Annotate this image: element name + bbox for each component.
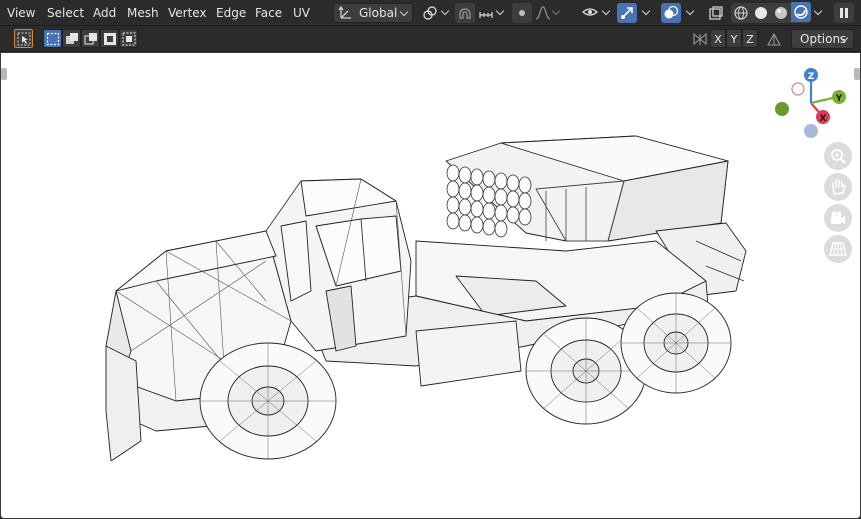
gizmo-y-label: Y <box>835 94 843 104</box>
gizmo-arrow-icon <box>621 7 633 19</box>
mirror-z-toggle[interactable]: Z <box>742 29 758 48</box>
perspective-toggle-button[interactable] <box>824 235 852 263</box>
snap-toggle-button[interactable] <box>455 3 475 23</box>
hand-icon <box>832 179 846 195</box>
select-mode-subtract-button[interactable] <box>81 29 100 48</box>
navigation-gizmo[interactable]: Z Y X <box>769 63 849 143</box>
shading-options-chevron-icon[interactable] <box>813 6 823 16</box>
chevron-down-icon <box>495 6 505 16</box>
front-wheel <box>199 342 337 460</box>
viewport-header: View Select Add Mesh Vertex Edge Face UV… <box>0 0 861 26</box>
active-tool-button[interactable] <box>14 29 33 48</box>
menu-uv[interactable]: UV <box>293 5 310 21</box>
toolbar-region-toggle[interactable] <box>1 68 7 80</box>
orientation-axes-icon <box>338 6 351 19</box>
shading-mode-group <box>731 2 811 23</box>
select-subtract-icon <box>84 33 97 45</box>
chevron-down-icon <box>399 7 409 17</box>
truck-wireframe-model[interactable] <box>96 91 761 461</box>
xray-toggle-button[interactable] <box>706 3 726 23</box>
gizmo-neg-y-dot[interactable] <box>775 102 789 116</box>
chevron-down-icon <box>440 6 450 16</box>
falloff-button[interactable] <box>534 3 562 23</box>
mirror-y-toggle[interactable]: Y <box>726 29 742 48</box>
material-shading-icon[interactable] <box>773 5 789 21</box>
select-mode-extend-button[interactable] <box>62 29 81 48</box>
sidebar-region-toggle[interactable] <box>854 68 860 80</box>
solid-shading-icon[interactable] <box>753 5 769 21</box>
camera-view-button[interactable] <box>824 204 852 232</box>
magnet-icon <box>459 8 471 19</box>
pivot-point-button[interactable] <box>420 3 450 23</box>
pause-icon <box>840 8 848 18</box>
menu-face[interactable]: Face <box>255 5 282 21</box>
transform-orientation-select[interactable]: Global <box>333 3 413 23</box>
select-extend-icon <box>66 33 78 44</box>
wireframe-shading-icon[interactable] <box>733 5 749 21</box>
grid-perspective-icon <box>829 242 847 256</box>
menu-vertex[interactable]: Vertex <box>168 5 207 21</box>
select-intersect-icon <box>122 32 136 46</box>
gizmo-neg-z-dot[interactable] <box>804 124 818 138</box>
rendered-shading-button[interactable] <box>791 2 811 22</box>
menu-view[interactable]: View <box>7 5 35 21</box>
overlays-options-chevron-icon[interactable] <box>685 6 695 16</box>
falloff-curve-icon <box>535 6 551 20</box>
select-cursor-icon <box>17 32 31 46</box>
selectability-visibility-button[interactable] <box>581 3 613 23</box>
menu-select[interactable]: Select <box>47 5 84 21</box>
select-mode-invert-button[interactable] <box>100 29 119 48</box>
menu-add[interactable]: Add <box>93 5 116 21</box>
overlays-toggle-button[interactable] <box>661 3 681 23</box>
rendered-shading-icon <box>794 5 808 19</box>
gizmo-options-chevron-icon[interactable] <box>641 6 651 16</box>
tool-settings-bar: X Y Z Options <box>0 26 861 52</box>
select-mode-new-button[interactable] <box>43 29 62 48</box>
select-invert-icon <box>104 33 116 45</box>
menu-edge[interactable]: Edge <box>216 5 246 21</box>
options-label: Options <box>800 32 847 46</box>
snap-increment-icon <box>479 12 493 18</box>
zoom-button[interactable] <box>824 142 852 170</box>
orientation-label: Global <box>359 6 398 20</box>
pause-render-button[interactable] <box>834 3 854 23</box>
mesh-symmetry-icon <box>767 32 781 46</box>
zoom-magnifier-icon <box>831 149 846 164</box>
gizmo-toggle-button[interactable] <box>617 3 637 23</box>
proportional-edit-button[interactable] <box>512 3 532 23</box>
select-mode-intersect-button[interactable] <box>119 29 138 48</box>
camera-icon <box>831 211 845 224</box>
overlay-circles-icon <box>664 5 679 19</box>
xray-icon <box>709 6 723 20</box>
pan-button[interactable] <box>824 173 852 201</box>
menu-mesh[interactable]: Mesh <box>127 5 159 21</box>
3d-viewport[interactable]: Z Y X <box>0 52 861 519</box>
rear-wheel <box>620 292 732 394</box>
snap-element-button[interactable] <box>477 3 507 23</box>
proportional-dot-icon <box>519 10 525 16</box>
eye-cursor-icon <box>582 8 598 16</box>
link-pivot-icon <box>423 6 437 20</box>
select-new-icon <box>46 32 60 46</box>
gizmo-neg-x-dot[interactable] <box>791 82 805 96</box>
chevron-down-icon <box>551 6 561 16</box>
mirror-butterfly-icon <box>693 32 707 46</box>
options-dropdown[interactable]: Options <box>791 29 854 49</box>
gizmo-x-label: X <box>820 114 827 124</box>
chevron-down-icon <box>601 6 611 16</box>
gizmo-z-label: Z <box>808 72 815 82</box>
mirror-x-toggle[interactable]: X <box>710 29 726 48</box>
